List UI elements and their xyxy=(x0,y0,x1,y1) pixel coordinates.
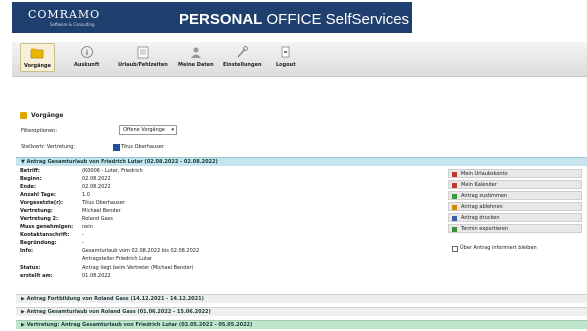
request-header-collapsed[interactable]: ▶ Antrag Fortbildung von Roland Gass (14… xyxy=(16,294,587,303)
detail-label: Muss genehmigen: xyxy=(20,224,74,230)
detail-label: Anzahl Tage: xyxy=(20,192,56,198)
detail-value: 01.08.2022 xyxy=(82,273,111,279)
request-header-collapsed[interactable]: ▶ Antrag Gesamturlaub von Roland Gass (0… xyxy=(16,307,587,316)
logout-icon xyxy=(281,46,290,58)
main-toolbar: Vorgänge i Auskunft Urlaub/Fehlzeiten Me… xyxy=(12,42,587,77)
detail-label: Vertretung 2: xyxy=(20,216,59,222)
delegation-request-header[interactable]: ▶ Vertretung: Antrag Gesamturlaub von Fr… xyxy=(16,320,587,329)
toolbar-urlaub-button[interactable]: Urlaub/Fehlzeiten xyxy=(118,45,168,68)
detail-value: - xyxy=(82,240,84,246)
detail-value: Titus Oberhauser xyxy=(82,200,125,206)
brand-banner: COMRAMO Software & Consulting PERSONAL O… xyxy=(12,2,412,33)
detail-value: (K0006 - Lutar, Friedrich xyxy=(82,168,143,174)
detail-label: Beginn: xyxy=(20,176,42,182)
toolbar-label: Einstellungen xyxy=(223,62,262,68)
action-label: Mein Urlaubskonto xyxy=(461,171,508,177)
detail-label: erstellt am: xyxy=(20,273,53,279)
filter-select[interactable]: Offene Vorgänge xyxy=(119,125,177,135)
toolbar-logout-button[interactable]: Logout xyxy=(276,45,296,68)
action-label: Antrag zustimmen xyxy=(461,193,508,199)
toolbar-label: Meine Daten xyxy=(178,62,214,68)
detail-label: Vorgesetzte(r): xyxy=(20,200,63,206)
folder-icon xyxy=(31,48,44,59)
section-title: Vorgänge xyxy=(20,112,63,119)
detail-value: 02.08.2022 xyxy=(82,176,111,182)
company-logo-subtitle: Software & Consulting xyxy=(50,22,95,27)
my-calendar-button[interactable]: Mein Kalender xyxy=(448,180,582,189)
detail-label: Kontaktanschrift: xyxy=(20,232,70,238)
toolbar-meine-daten-button[interactable]: Meine Daten xyxy=(178,45,214,68)
detail-value: 1.0 xyxy=(82,192,90,198)
export-appointment-button[interactable]: Termin exportieren xyxy=(448,224,582,233)
toolbar-label: Logout xyxy=(276,62,296,68)
export-icon xyxy=(452,227,457,232)
toolbar-einstellungen-button[interactable]: Einstellungen xyxy=(223,45,262,68)
detail-value: nein xyxy=(82,224,93,230)
user-icon xyxy=(190,47,201,58)
detail-value: Gesamturlaub vom 02.08.2022 bis 02.08.20… xyxy=(82,248,200,254)
account-icon xyxy=(452,172,457,177)
toolbar-label: Auskunft xyxy=(74,62,100,68)
app-title: PERSONAL OFFICE SelfServices xyxy=(179,11,409,28)
detail-label: Vertretung: xyxy=(20,208,53,214)
folder-icon xyxy=(20,112,27,119)
calendar-icon xyxy=(137,46,149,59)
detail-label: Begründung: xyxy=(20,240,57,246)
delegation-checkbox[interactable] xyxy=(113,144,120,151)
detail-value: Michael Bender xyxy=(82,208,121,214)
reject-request-button[interactable]: Antrag ablehnen xyxy=(448,202,582,211)
delegation-row: Stellvertr. Vertretung: Titus Oberhauser xyxy=(21,144,164,151)
delegation-value: Titus Oberhauser xyxy=(121,144,164,150)
detail-label: Status: xyxy=(20,265,41,271)
toolbar-auskunft-button[interactable]: i Auskunft xyxy=(74,45,99,68)
filter-label: Filteroptionen: xyxy=(21,128,58,134)
stay-informed-checkbox[interactable] xyxy=(452,246,458,252)
action-label: Termin exportieren xyxy=(461,226,509,232)
request-header-open[interactable]: ▼ Antrag Gesamturlaub von Friedrich Luta… xyxy=(16,157,587,166)
wrench-icon xyxy=(237,46,249,58)
app-title-rest: OFFICE SelfServices xyxy=(262,11,410,28)
detail-value: - xyxy=(82,232,84,238)
detail-value: 02.08.2022 xyxy=(82,184,111,190)
detail-value: Roland Gass xyxy=(82,216,113,222)
svg-text:i: i xyxy=(86,49,88,57)
my-vacation-account-button[interactable]: Mein Urlaubskonto xyxy=(448,169,582,178)
section-title-text: Vorgänge xyxy=(31,112,64,119)
calendar-icon xyxy=(452,183,457,188)
action-label: Mein Kalender xyxy=(461,182,497,188)
detail-value: Antragsteller Friedrich Lutar xyxy=(82,256,153,262)
stay-informed-label: Über Antrag informiert bleiben xyxy=(460,245,537,251)
app-header: COMRAMO Software & Consulting PERSONAL O… xyxy=(0,0,587,42)
detail-value: Antrag liegt beim Vertreter (Michael Ben… xyxy=(82,265,194,271)
toolbar-label: Urlaub/Fehlzeiten xyxy=(118,62,168,68)
info-icon: i xyxy=(80,46,93,58)
detail-label: Ende: xyxy=(20,184,36,190)
approve-icon xyxy=(452,194,457,199)
toolbar-label: Vorgänge xyxy=(24,63,51,69)
toolbar-vorgaenge-button[interactable]: Vorgänge xyxy=(20,43,55,72)
action-label: Antrag drucken xyxy=(461,215,500,221)
approve-request-button[interactable]: Antrag zustimmen xyxy=(448,191,582,200)
print-icon xyxy=(452,216,457,221)
detail-label: Betriff: xyxy=(20,168,40,174)
detail-label: Info: xyxy=(20,248,34,254)
delegation-label: Stellvertr. Vertretung: xyxy=(21,144,76,150)
company-logo: COMRAMO xyxy=(28,8,101,21)
app-title-bold: PERSONAL xyxy=(179,11,263,28)
action-label: Antrag ablehnen xyxy=(461,204,503,210)
print-request-button[interactable]: Antrag drucken xyxy=(448,213,582,222)
reject-icon xyxy=(452,205,457,210)
